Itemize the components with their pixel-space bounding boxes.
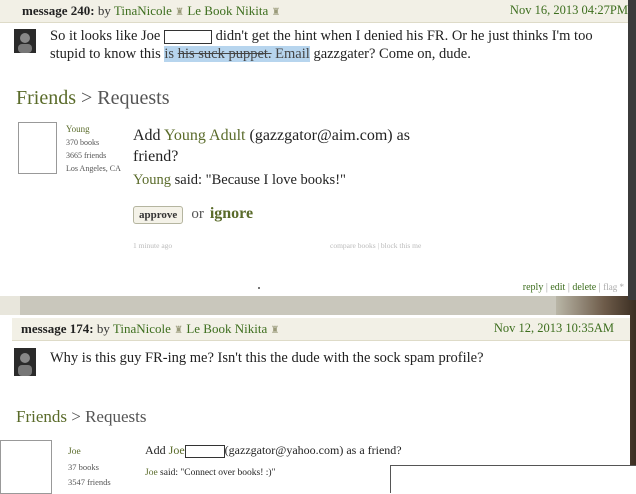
message-actions: reply | edit | delete | flag * <box>523 282 624 293</box>
stray-dot <box>258 287 260 289</box>
author-link[interactable]: TinaNicole <box>113 321 171 336</box>
add-email: (gazzgator@aim.com) as <box>249 127 410 144</box>
shield-icon: ♜ <box>175 7 185 18</box>
reply-link[interactable]: reply <box>523 282 544 293</box>
said-name[interactable]: Young <box>133 172 171 188</box>
by-label: by <box>96 321 110 336</box>
highlight-part: Email <box>275 46 310 62</box>
breadcrumb-separator: > <box>71 407 81 426</box>
requester-name[interactable]: Joe <box>68 445 111 460</box>
action-separator: | <box>545 282 548 293</box>
message-number: message 240: <box>22 3 95 18</box>
group-link[interactable]: Le Book Nikita <box>186 321 267 336</box>
flag-link[interactable]: flag * <box>603 282 624 292</box>
highlight-part: is <box>164 46 175 62</box>
request-actions: approve or ignore <box>133 205 253 224</box>
friends-requests-breadcrumb: Friends > Requests <box>16 407 146 427</box>
redacted-name-box <box>184 444 225 458</box>
requests-label: Requests <box>97 87 170 109</box>
add-user-link[interactable]: Joe <box>169 443 185 457</box>
highlighted-text: is his suck puppet. Email <box>164 46 310 62</box>
message-header-text: message 240: by TinaNicole ♜ Le Book Nik… <box>22 3 280 19</box>
message-text: stupid to know this <box>50 46 161 62</box>
author-avatar[interactable] <box>14 29 36 53</box>
action-separator: | <box>598 282 601 293</box>
or-label: or <box>191 206 204 222</box>
friends-link[interactable]: Friends <box>16 87 76 109</box>
message-240-body: So it looks like Joe didn't get the hint… <box>50 27 630 63</box>
message-240-header: message 240: by TinaNicole ♜ Le Book Nik… <box>0 0 636 23</box>
divider-edge <box>0 296 20 315</box>
screenshot-divider <box>0 296 636 315</box>
requester-friends: 3547 friends <box>68 477 111 487</box>
message-174-header: message 174: by TinaNicole ♜ Le Book Nik… <box>12 318 630 341</box>
message-date[interactable]: Nov 12, 2013 10:35AM <box>494 321 614 336</box>
avatar-icon <box>14 29 36 53</box>
requester-friends: 3665 friends <box>66 151 107 160</box>
strikethrough-text: his suck puppet. <box>177 46 272 62</box>
message-number: message 174: <box>21 321 94 336</box>
by-label: by <box>97 3 111 18</box>
shield-icon: ♜ <box>174 325 184 336</box>
redacted-name-box <box>164 29 212 44</box>
add-user-link[interactable]: Young Adult <box>164 127 246 144</box>
group-link[interactable]: Le Book Nikita <box>187 3 268 18</box>
avatar-icon <box>14 348 36 376</box>
requester-info: Joe 37 books 3547 friends <box>68 445 111 490</box>
request-message: Joe said: "Connect over books! :)" <box>145 468 275 478</box>
overlay-box <box>390 465 636 493</box>
block-link[interactable]: block this me <box>381 241 421 250</box>
author-avatar[interactable] <box>14 348 36 376</box>
requester-books: 37 books <box>68 462 99 472</box>
requester-info: Young 370 books 3665 friends Los Angeles… <box>66 123 121 175</box>
author-link[interactable]: TinaNicole <box>114 3 172 18</box>
compare-books-link[interactable]: compare books <box>330 241 376 250</box>
message-174-body: Why is this guy FR-ing me? Isn't this th… <box>50 350 484 366</box>
edit-link[interactable]: edit <box>550 282 565 293</box>
link-separator: | <box>377 241 380 250</box>
message-text: gazzgater? Come on, dude. <box>313 46 471 62</box>
message-text: So it looks like Joe <box>50 28 161 44</box>
requester-books: 370 books <box>66 138 100 147</box>
add-email: (gazzgator@yahoo.com) as a friend? <box>224 443 402 457</box>
requester-photo[interactable] <box>0 440 52 494</box>
said-text: said: "Connect over books! :)" <box>160 468 276 478</box>
message-header-text: message 174: by TinaNicole ♜ Le Book Nik… <box>21 321 279 337</box>
message-text: didn't get the hint when I denied his FR… <box>215 28 593 44</box>
request-message: Young said: "Because I love books!" <box>133 172 346 189</box>
requester-photo[interactable] <box>18 122 57 174</box>
add-friend-prompt: Add Joe (gazzgator@yahoo.com) as a friend… <box>145 443 402 458</box>
said-text: said: "Because I love books!" <box>174 172 346 188</box>
breadcrumb-separator: > <box>81 87 93 109</box>
said-name[interactable]: Joe <box>145 468 158 478</box>
request-links: compare books | block this me <box>330 241 421 250</box>
requester-name[interactable]: Young <box>66 123 121 136</box>
right-edge-strip <box>628 0 636 300</box>
message-date[interactable]: Nov 16, 2013 04:27PM <box>510 3 628 18</box>
ignore-link[interactable]: ignore <box>210 205 253 222</box>
add-label: Add <box>133 127 161 144</box>
shield-icon: ♜ <box>271 7 281 18</box>
action-separator: | <box>567 282 570 293</box>
add-label: Add <box>145 443 166 457</box>
requests-label: Requests <box>85 407 147 426</box>
requester-location: Los Angeles, CA <box>66 164 121 173</box>
approve-button[interactable]: approve <box>133 206 184 224</box>
friends-requests-breadcrumb: Friends > Requests <box>16 87 170 110</box>
shield-icon: ♜ <box>270 325 280 336</box>
delete-link[interactable]: delete <box>572 282 596 293</box>
add-friend-prompt: Add Young Adult (gazzgator@aim.com) as f… <box>133 125 463 167</box>
request-time: 1 minute ago <box>133 241 173 250</box>
friends-link[interactable]: Friends <box>16 407 67 426</box>
add-suffix: friend? <box>133 148 179 165</box>
